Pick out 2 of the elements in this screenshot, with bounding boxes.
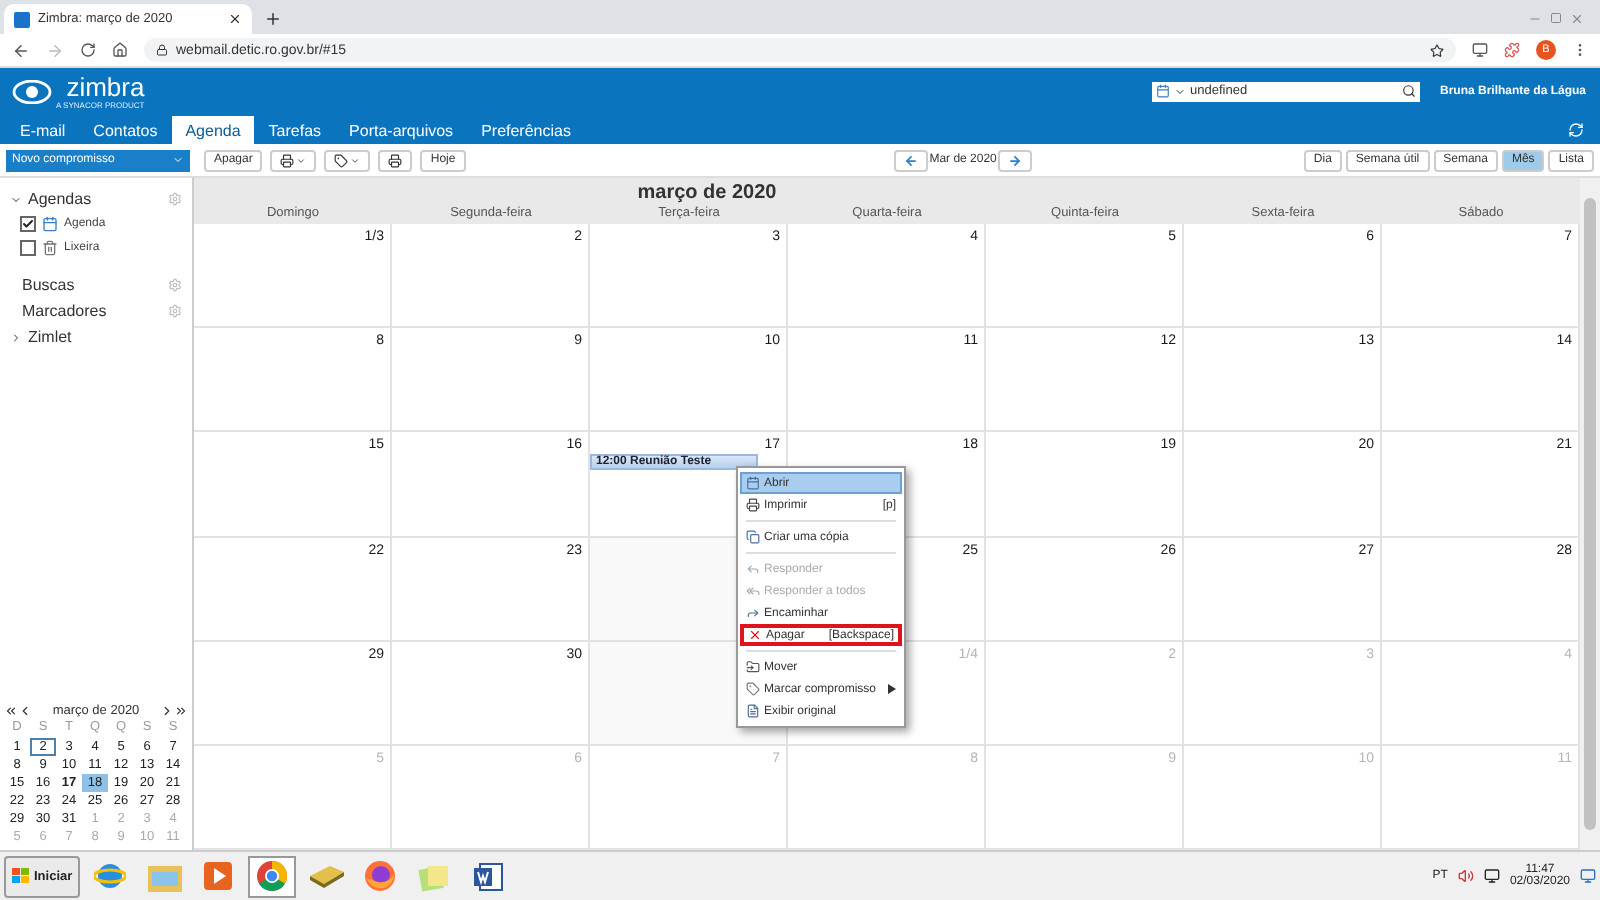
calendar-title: março de 2020	[635, 179, 779, 206]
logo-text: zimbra	[66, 73, 145, 99]
